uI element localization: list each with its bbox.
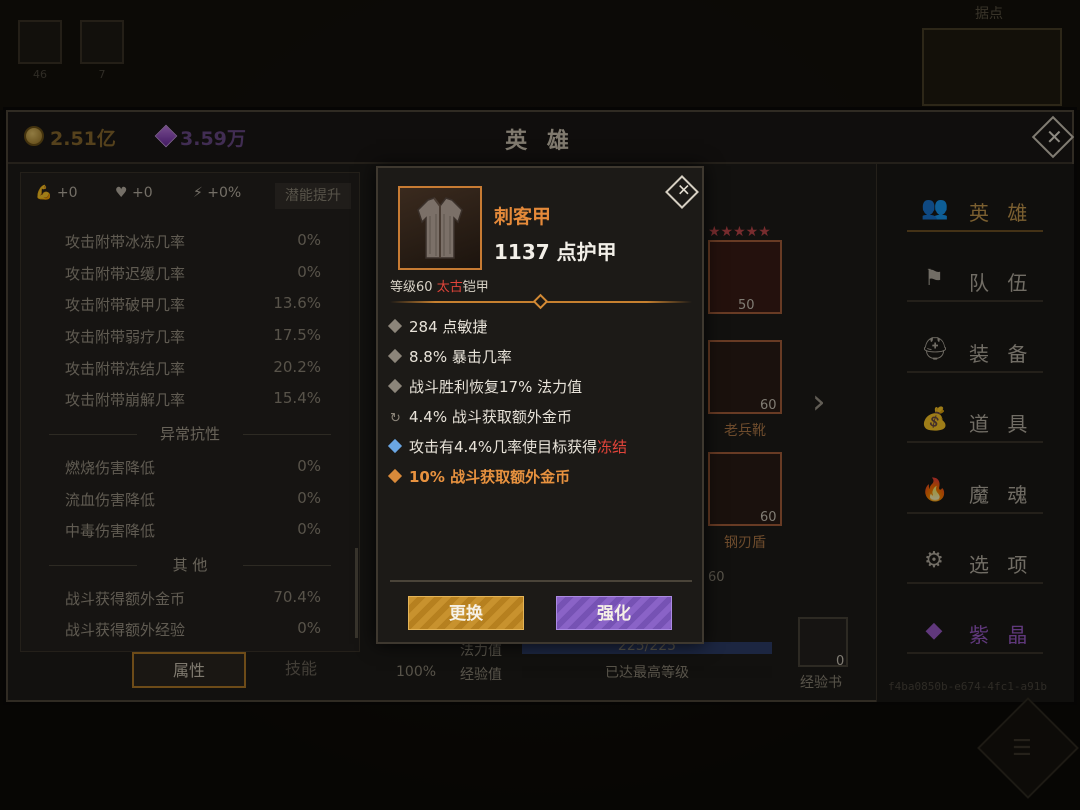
- divider: [390, 580, 692, 582]
- item-level-line: 等级60 太古铠甲: [390, 276, 489, 295]
- item-quality: 太古: [436, 280, 463, 295]
- item-level: 等级60: [390, 280, 437, 295]
- game-screen: { "background": { "slot_counts": ["46", …: [0, 0, 1080, 810]
- diamond-bullet-icon: [387, 438, 403, 454]
- item-icon-frame: [398, 186, 482, 270]
- attribute-text: 10% 战斗获取额外金币: [409, 468, 571, 486]
- diamond-bullet-icon: [387, 318, 403, 334]
- item-attribute: 8.8% 暴击几率: [387, 346, 690, 368]
- item-attribute: 10% 战斗获取额外金币: [387, 466, 690, 488]
- diamond-bullet-icon: [387, 378, 403, 394]
- attribute-highlight: 冻结: [597, 438, 628, 456]
- item-attribute: ↻ 4.4% 战斗获取额外金币: [390, 406, 690, 428]
- divider-gem-icon: [532, 293, 549, 310]
- item-attribute: 攻击有4.4%几率使目标获得冻结: [387, 436, 690, 458]
- replace-button[interactable]: 更换: [408, 596, 524, 630]
- item-armor: 1137 点护甲: [494, 240, 617, 264]
- attribute-text: 8.8% 暴击几率: [409, 348, 512, 366]
- attribute-text: 攻击有4.4%几率使目标获得: [409, 438, 598, 456]
- close-icon: ✕: [677, 180, 691, 200]
- diamond-bullet-icon: [387, 348, 403, 364]
- item-attribute: 战斗胜利恢复17% 法力值: [387, 376, 690, 398]
- diamond-bullet-icon: [387, 468, 403, 484]
- item-type: 铠甲: [462, 280, 489, 295]
- armor-vest-icon: [417, 197, 463, 259]
- reroll-icon: ↻: [390, 411, 401, 426]
- attribute-text: 战斗胜利恢复17% 法力值: [409, 378, 583, 396]
- enhance-button[interactable]: 强化: [556, 596, 672, 630]
- item-detail-popup: 刺客甲 1137 点护甲 等级60 太古铠甲 ✕ 284 点敏捷 8.8% 暴击…: [376, 166, 704, 644]
- item-attribute: 284 点敏捷: [387, 316, 690, 338]
- item-name: 刺客甲: [494, 206, 552, 228]
- popup-close-button[interactable]: ✕: [665, 175, 699, 209]
- attribute-text: 4.4% 战斗获取额外金币: [409, 408, 572, 426]
- attribute-text: 284 点敏捷: [409, 318, 488, 336]
